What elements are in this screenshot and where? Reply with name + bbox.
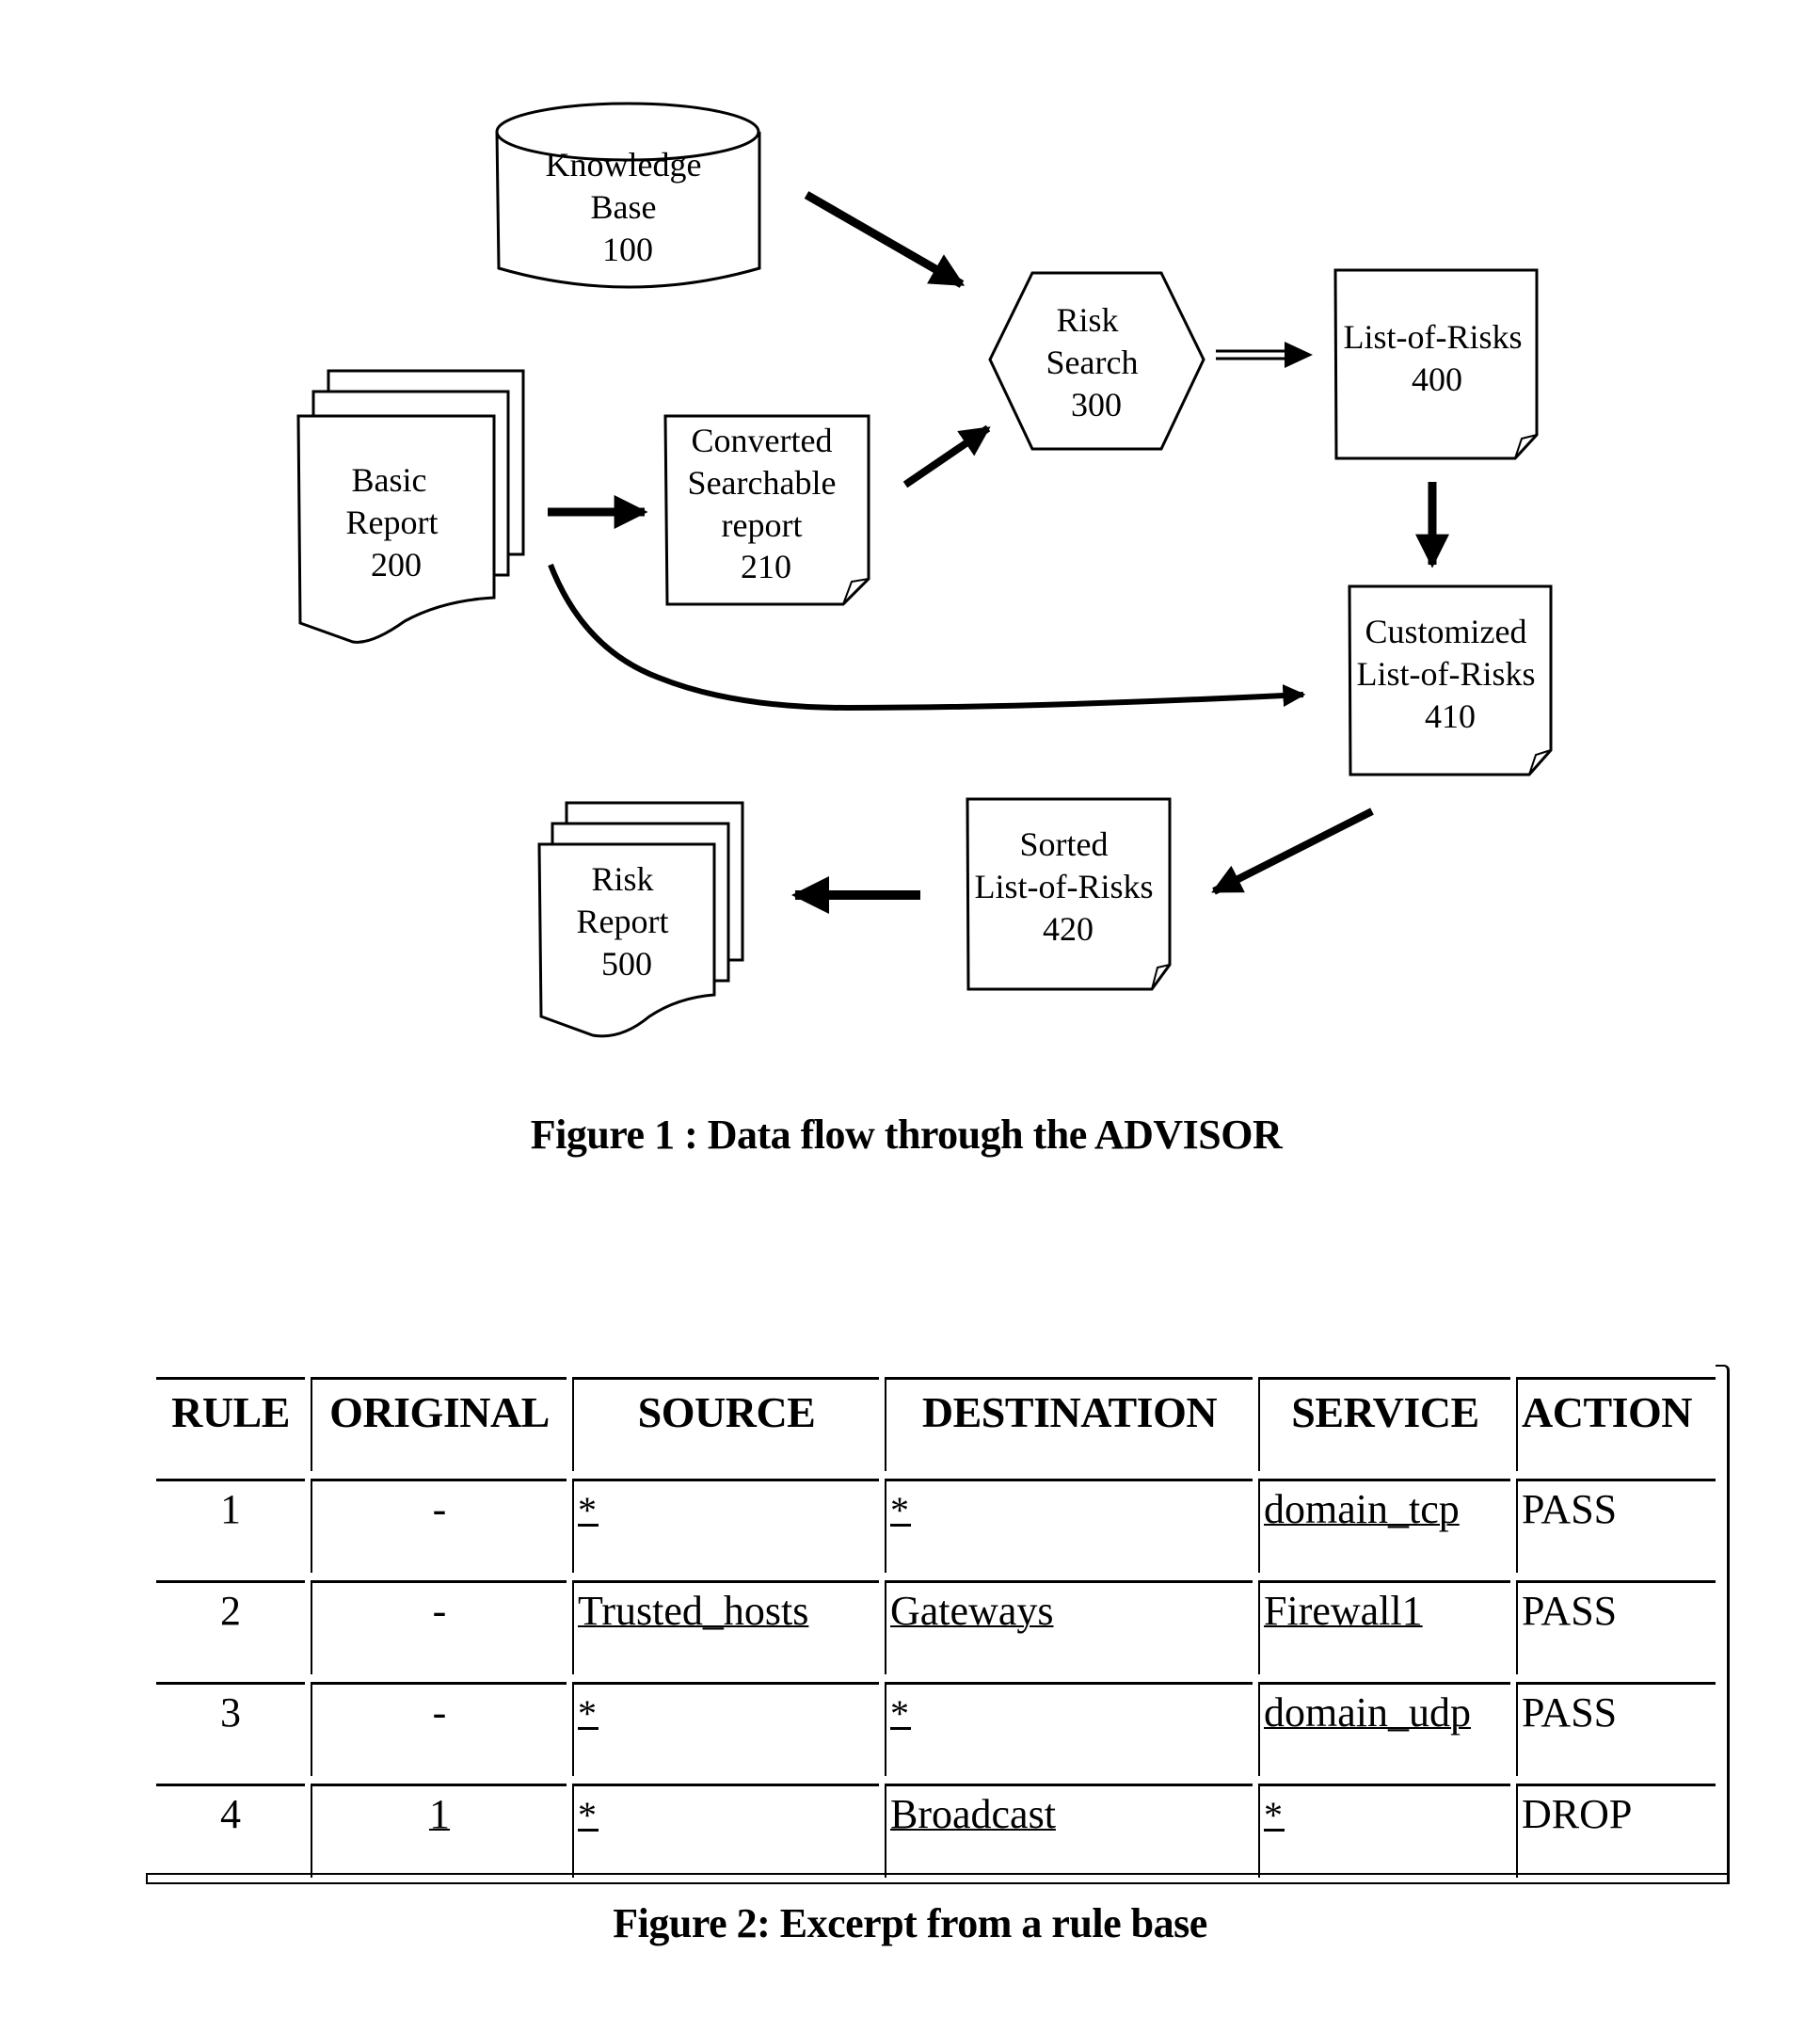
table-row: 2 - Trusted_hosts Gateways Firewall1 PAS… <box>156 1580 1716 1674</box>
figure-1-caption: Figure 1 : Data flow through the ADVISOR <box>530 1112 1283 1158</box>
cell-source[interactable]: * <box>572 1479 879 1573</box>
column-header-rule: RULE <box>156 1377 305 1471</box>
rule-base-table-container: RULE ORIGINAL SOURCE DESTINATION SERVICE… <box>151 1369 1732 1885</box>
cell-action: DROP <box>1516 1784 1716 1878</box>
cell-service[interactable]: Firewall1 <box>1258 1580 1510 1674</box>
table-row: 3 - * * domain_udp PASS <box>156 1682 1716 1776</box>
cell-original[interactable]: 1 <box>311 1784 567 1878</box>
service-link[interactable]: domain_tcp <box>1264 1486 1460 1532</box>
customized-list-node: Customized List-of-Risks 410 <box>1348 584 1553 776</box>
list-of-risks-node: List-of-Risks 400 <box>1333 268 1539 460</box>
cell-destination[interactable]: Gateways <box>885 1580 1253 1674</box>
cell-source[interactable]: * <box>572 1682 879 1776</box>
any-link[interactable]: * <box>578 1695 599 1733</box>
service-link[interactable]: Firewall1 <box>1264 1588 1423 1634</box>
cell-original: - <box>311 1479 567 1573</box>
table-row: 1 - * * domain_tcp PASS <box>156 1479 1716 1573</box>
arrow-risk-search-to-list <box>1216 342 1313 368</box>
destination-link[interactable]: Broadcast <box>890 1791 1056 1837</box>
cell-service[interactable]: domain_tcp <box>1258 1479 1510 1573</box>
cell-service[interactable]: * <box>1258 1784 1510 1878</box>
basic-report-node: Basic Report 200 <box>296 369 525 644</box>
table-row: 4 1 * Broadcast * DROP <box>156 1784 1716 1878</box>
cell-original: - <box>311 1580 567 1674</box>
cell-rule: 4 <box>156 1784 305 1878</box>
cell-action: PASS <box>1516 1479 1716 1573</box>
cell-action: PASS <box>1516 1682 1716 1776</box>
rule-base-table: RULE ORIGINAL SOURCE DESTINATION SERVICE… <box>151 1369 1721 1885</box>
figure-2-caption: Figure 2: Excerpt from a rule base <box>613 1900 1207 1946</box>
destination-link[interactable]: Gateways <box>890 1588 1054 1634</box>
column-header-action: ACTION <box>1516 1377 1716 1471</box>
any-link[interactable]: * <box>890 1492 911 1529</box>
converted-report-node: Converted Searchable report 210 <box>663 414 870 606</box>
arrow-knowledge-base-to-risk-search <box>804 191 966 288</box>
cell-destination[interactable]: * <box>885 1682 1253 1776</box>
sorted-list-node: Sorted List-of-Risks 420 <box>966 797 1172 991</box>
data-flow-diagram: Knowledge Base 100 Basic Report 200 Conv… <box>296 102 1553 1038</box>
table-header-row: RULE ORIGINAL SOURCE DESTINATION SERVICE… <box>156 1377 1716 1471</box>
any-link[interactable]: * <box>1264 1797 1285 1834</box>
cell-destination[interactable]: Broadcast <box>885 1784 1253 1878</box>
cell-destination[interactable]: * <box>885 1479 1253 1573</box>
risk-search-node: Risk Search 300 <box>988 271 1205 451</box>
service-link[interactable]: domain_udp <box>1264 1689 1471 1736</box>
knowledge-base-node: Knowledge Base 100 <box>495 102 761 289</box>
original-rule-link[interactable]: 1 <box>429 1791 450 1837</box>
cell-rule: 1 <box>156 1479 305 1573</box>
column-header-service: SERVICE <box>1258 1377 1510 1471</box>
source-link[interactable]: Trusted_hosts <box>578 1588 808 1634</box>
arrow-basic-report-to-customized-curved <box>548 563 1306 712</box>
any-link[interactable]: * <box>578 1797 599 1834</box>
any-link[interactable]: * <box>890 1695 911 1733</box>
any-link[interactable]: * <box>578 1492 599 1529</box>
column-header-original: ORIGINAL <box>311 1377 567 1471</box>
arrow-customized-to-sorted <box>1211 808 1374 895</box>
column-header-source: SOURCE <box>572 1377 879 1471</box>
cell-original: - <box>311 1682 567 1776</box>
cell-rule: 3 <box>156 1682 305 1776</box>
risk-report-node: Risk Report 500 <box>537 801 744 1038</box>
arrow-converted-to-risk-search <box>902 424 991 488</box>
cell-service[interactable]: domain_udp <box>1258 1682 1510 1776</box>
cell-rule: 2 <box>156 1580 305 1674</box>
cell-source[interactable]: * <box>572 1784 879 1878</box>
cell-action: PASS <box>1516 1580 1716 1674</box>
column-header-destination: DESTINATION <box>885 1377 1253 1471</box>
cell-source[interactable]: Trusted_hosts <box>572 1580 879 1674</box>
